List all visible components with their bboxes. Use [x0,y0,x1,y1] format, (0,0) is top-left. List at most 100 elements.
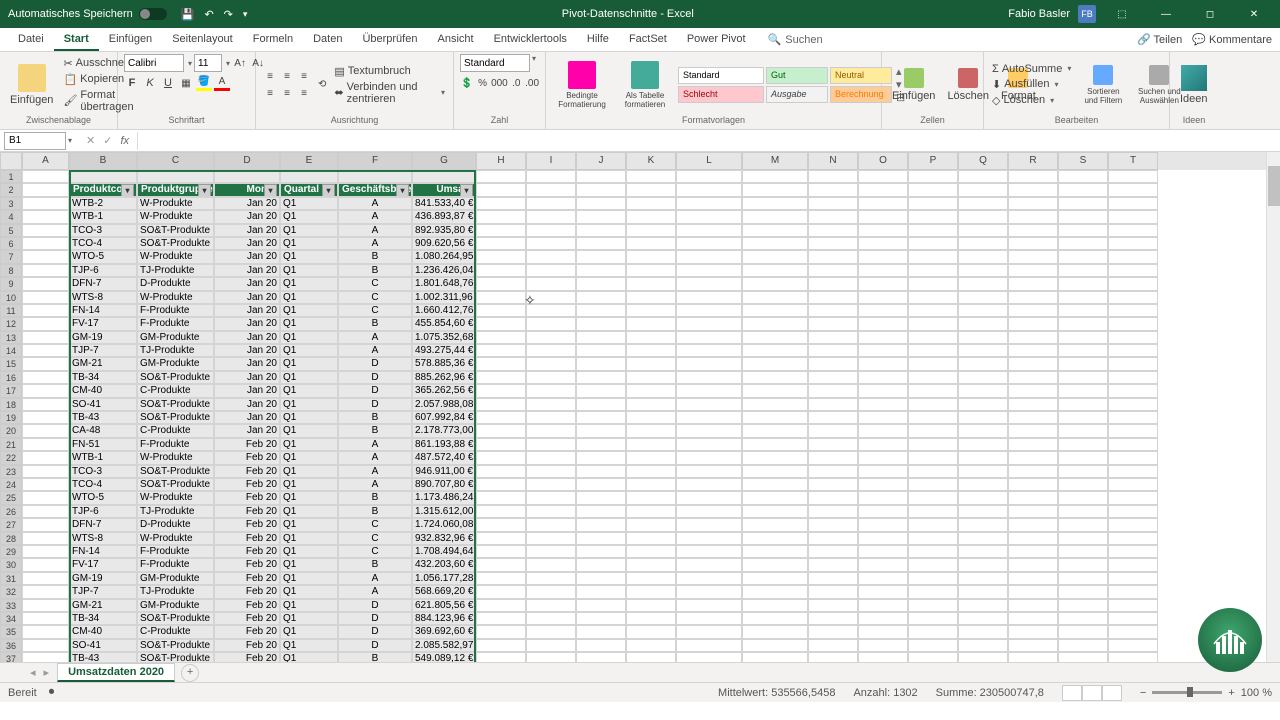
table-cell[interactable] [742,224,808,237]
table-cell[interactable]: GM-Produkte [137,331,214,344]
minimize-icon[interactable]: — [1148,0,1184,28]
border-button[interactable]: ▦ [178,75,194,91]
select-all-corner[interactable] [0,152,22,170]
table-cell[interactable]: D [338,612,412,625]
row-header[interactable]: 20 [0,424,22,437]
table-cell[interactable]: TJP-7 [69,344,137,357]
table-cell[interactable] [576,170,626,183]
save-icon[interactable]: 💾 [181,8,195,21]
table-cell[interactable] [626,264,676,277]
table-header-cell[interactable] [526,183,576,196]
table-cell[interactable] [1108,304,1158,317]
table-cell[interactable] [576,652,626,662]
table-cell[interactable] [22,197,69,210]
table-cell[interactable] [808,599,858,612]
table-cell[interactable]: Q1 [280,317,338,330]
table-cell[interactable]: SO&T-Produkte [137,612,214,625]
table-cell[interactable] [626,505,676,518]
table-cell[interactable] [526,599,576,612]
table-cell[interactable] [1058,505,1108,518]
table-cell[interactable] [626,558,676,571]
table-cell[interactable] [476,357,526,370]
insert-cells-button[interactable]: Einfügen [888,66,939,104]
table-cell[interactable]: Q1 [280,277,338,290]
table-cell[interactable]: SO-41 [69,398,137,411]
table-cell[interactable] [858,639,908,652]
row-header[interactable]: 9 [0,277,22,290]
table-cell[interactable] [476,371,526,384]
align-bot-icon[interactable]: ≡ [296,68,312,84]
table-header-cell[interactable]: Produktcode [69,183,137,196]
ribbon-tab-hilfe[interactable]: Hilfe [577,29,619,51]
table-cell[interactable] [676,558,742,571]
table-cell[interactable] [526,639,576,652]
table-cell[interactable]: Q1 [280,344,338,357]
table-cell[interactable]: A [338,331,412,344]
table-cell[interactable] [476,518,526,531]
autosum-button[interactable]: Σ AutoSumme ▾ [990,62,1073,76]
table-cell[interactable] [576,478,626,491]
table-cell[interactable]: 549.089,12 € [412,652,476,662]
table-cell[interactable] [626,451,676,464]
table-cell[interactable] [22,478,69,491]
table-cell[interactable] [626,572,676,585]
table-cell[interactable] [676,572,742,585]
table-cell[interactable]: 432.203,60 € [412,558,476,571]
table-cell[interactable] [526,545,576,558]
table-cell[interactable] [1058,465,1108,478]
table-cell[interactable] [858,612,908,625]
table-cell[interactable] [808,264,858,277]
table-cell[interactable]: F-Produkte [137,558,214,571]
table-cell[interactable]: DFN-7 [69,518,137,531]
table-cell[interactable]: Q1 [280,465,338,478]
table-cell[interactable] [1008,357,1058,370]
ribbon-tab-datei[interactable]: Datei [8,29,54,51]
table-cell[interactable]: WTB-2 [69,197,137,210]
table-cell[interactable] [626,438,676,451]
table-cell[interactable] [1008,304,1058,317]
row-header[interactable]: 33 [0,599,22,612]
table-cell[interactable] [908,558,958,571]
table-cell[interactable]: F-Produkte [137,304,214,317]
table-cell[interactable]: C [338,518,412,531]
table-cell[interactable] [1108,291,1158,304]
table-cell[interactable]: TB-34 [69,612,137,625]
table-cell[interactable] [858,277,908,290]
table-cell[interactable]: GM-19 [69,572,137,585]
table-cell[interactable] [280,170,338,183]
table-cell[interactable] [576,291,626,304]
table-cell[interactable] [1008,612,1058,625]
table-cell[interactable] [908,170,958,183]
percent-icon[interactable]: % [476,75,490,91]
row-header[interactable]: 37 [0,652,22,662]
table-cell[interactable] [808,558,858,571]
table-cell[interactable] [576,371,626,384]
table-cell[interactable] [808,357,858,370]
table-cell[interactable] [676,518,742,531]
table-cell[interactable]: D [338,371,412,384]
table-cell[interactable] [742,237,808,250]
table-cell[interactable] [476,652,526,662]
table-cell[interactable]: Feb 20 [214,599,280,612]
inc-dec-icon[interactable]: .0 [509,75,523,91]
table-cell[interactable] [808,478,858,491]
table-cell[interactable] [1008,411,1058,424]
table-cell[interactable] [958,612,1008,625]
table-cell[interactable] [676,250,742,263]
table-cell[interactable]: Q1 [280,532,338,545]
table-cell[interactable]: 568.669,20 € [412,585,476,598]
table-cell[interactable] [958,224,1008,237]
table-header-cell[interactable] [1058,183,1108,196]
table-cell[interactable] [1108,505,1158,518]
table-cell[interactable] [858,197,908,210]
table-cell[interactable] [676,652,742,662]
table-cell[interactable] [1058,558,1108,571]
table-cell[interactable] [958,197,1008,210]
table-cell[interactable] [1108,558,1158,571]
table-cell[interactable]: W-Produkte [137,491,214,504]
col-header-B[interactable]: B [69,152,137,170]
table-cell[interactable] [958,599,1008,612]
table-cell[interactable] [1108,545,1158,558]
table-cell[interactable] [526,518,576,531]
user-name[interactable]: Fabio Basler [1008,8,1070,20]
